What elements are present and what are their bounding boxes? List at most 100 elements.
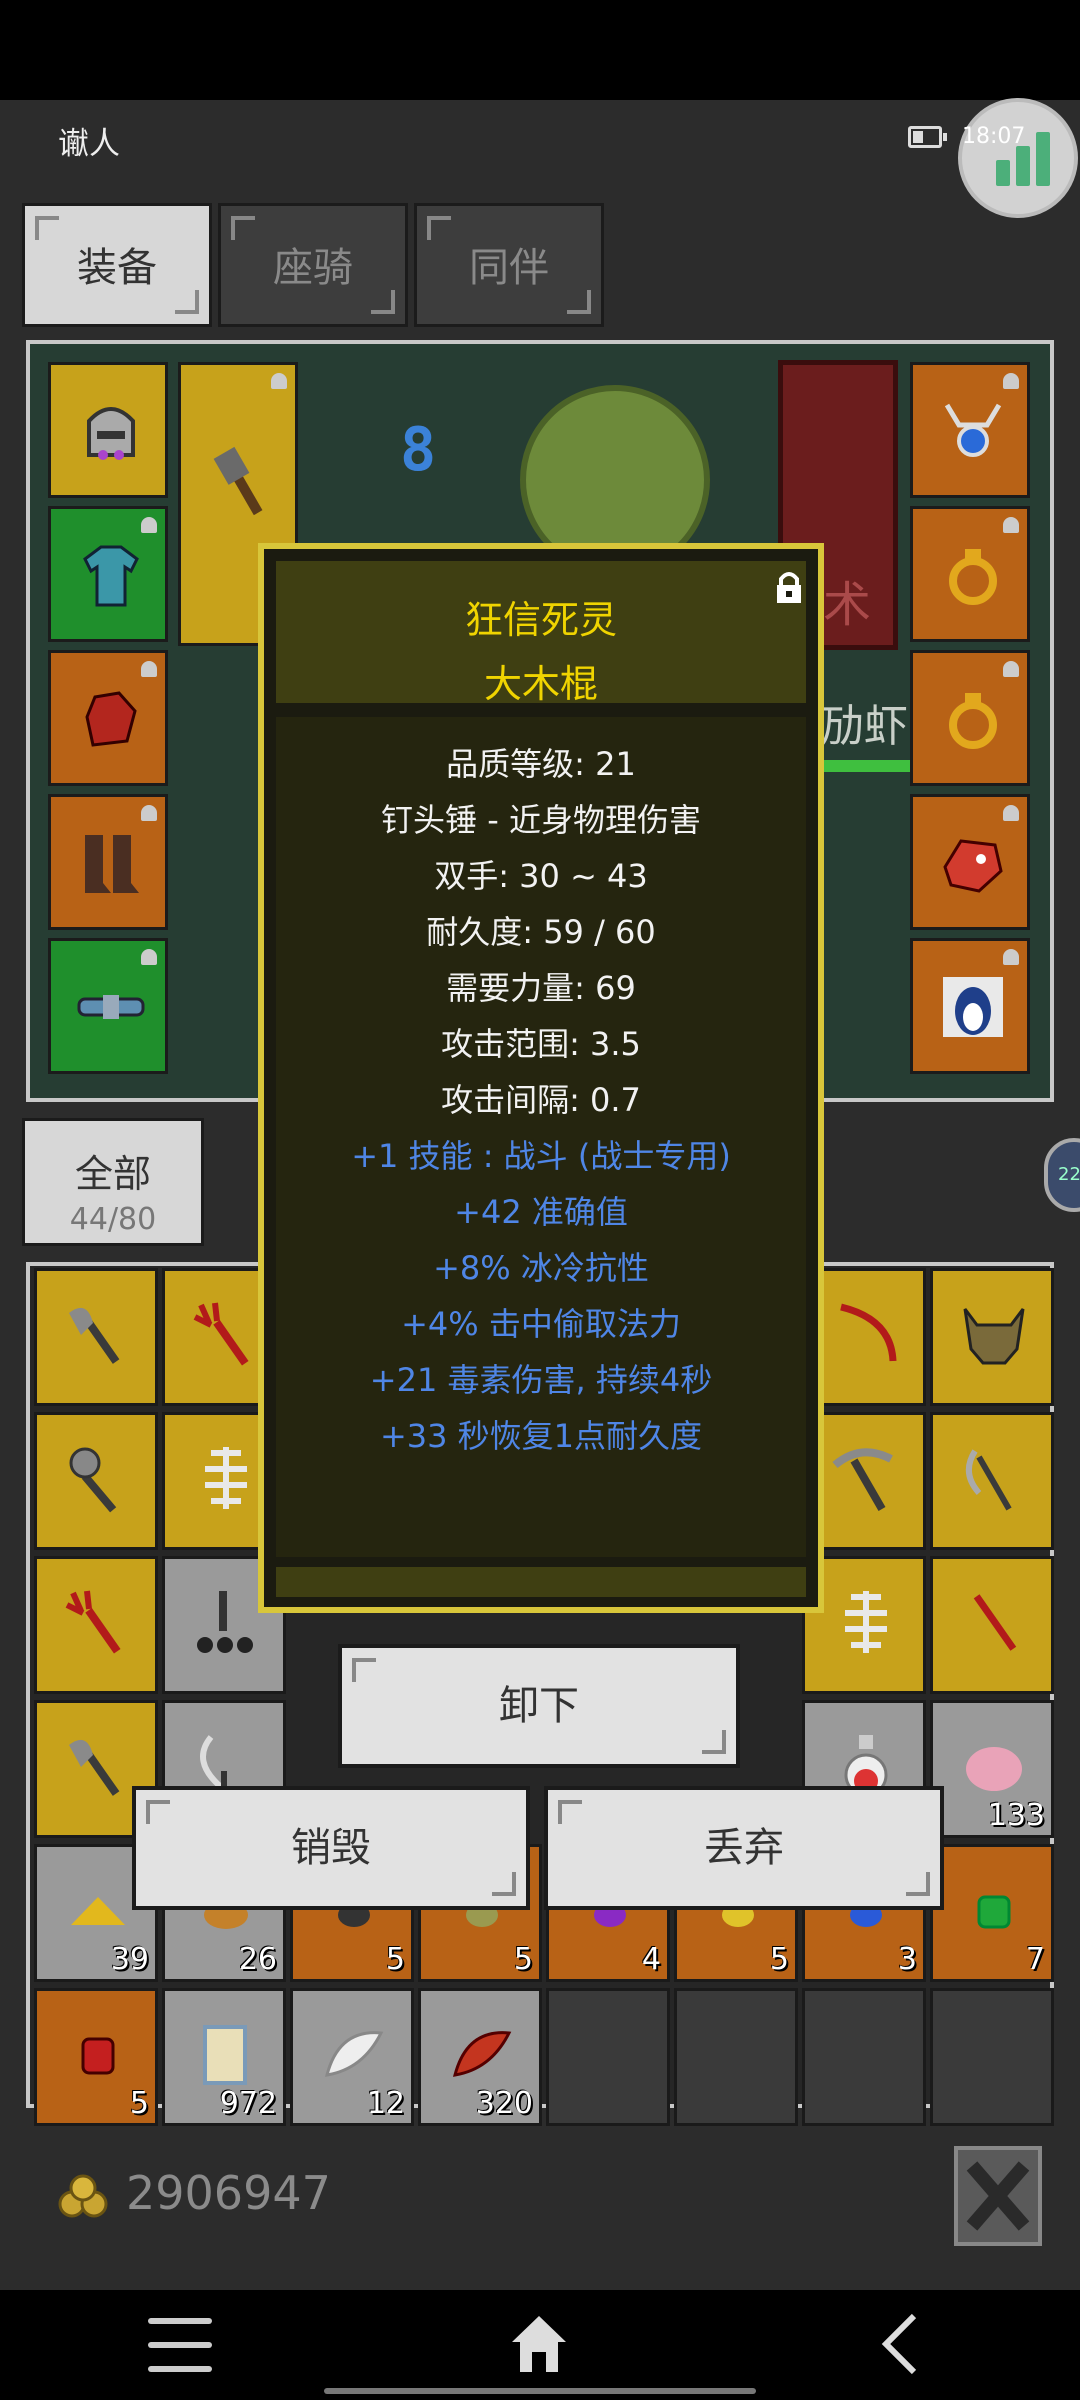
horned-helm-icon — [963, 1308, 1025, 1365]
trident-icon — [193, 1302, 249, 1366]
equip-slot-boots[interactable] — [48, 794, 168, 930]
equip-slot-gloves[interactable] — [48, 650, 168, 786]
creature-health-bar — [822, 760, 912, 772]
skeleton-icon — [205, 1447, 247, 1509]
inventory-slot[interactable] — [34, 1412, 158, 1550]
equip-slot-pet[interactable] — [910, 938, 1030, 1074]
lock-icon — [271, 373, 287, 389]
inventory-slot[interactable]: 7 — [930, 1844, 1054, 1982]
inventory-slot[interactable]: 972 — [162, 1988, 286, 2126]
inventory-slot[interactable]: 5 — [34, 1988, 158, 2126]
gloves-icon — [85, 691, 137, 747]
filter-all-tab[interactable]: 全部 44/80 — [22, 1118, 204, 1246]
equip-slot-helmet[interactable] — [48, 362, 168, 498]
flail-icon — [197, 1591, 253, 1653]
scene-banner-text: 术 — [823, 577, 872, 633]
inventory-slot[interactable] — [930, 1556, 1054, 1694]
item-count: 7 — [1025, 1942, 1045, 1977]
amulet-icon — [944, 403, 1002, 457]
item-count: 5 — [513, 1942, 533, 1977]
scroll-icon — [203, 2025, 247, 2085]
inventory-slot-empty[interactable] — [802, 1988, 926, 2126]
gold-pile-icon — [71, 1897, 125, 1925]
equip-slot-belt[interactable] — [48, 938, 168, 1074]
item-count: 133 — [987, 1798, 1045, 1833]
lock-icon — [1003, 373, 1019, 389]
equip-slot-ring-1[interactable] — [910, 506, 1030, 642]
destroy-button[interactable]: 销毁 — [132, 1786, 530, 1910]
status-title: 谳人 — [58, 126, 120, 162]
skeleton-icon — [845, 1591, 887, 1653]
lock-icon — [141, 517, 157, 533]
item-count: 5 — [769, 1942, 789, 1977]
spear-icon — [973, 1594, 1017, 1651]
affix-durability-regen: +33 秒恢复1点耐久度 — [379, 1417, 703, 1455]
inventory-slot[interactable]: 320 — [418, 1988, 542, 2126]
item-count: 5 — [129, 2086, 149, 2121]
item-count: 26 — [238, 1942, 277, 1977]
belt-icon — [77, 995, 145, 1019]
discard-button[interactable]: 丢弃 — [544, 1786, 944, 1910]
pickaxe-icon — [832, 1448, 893, 1511]
inventory-slot[interactable] — [930, 1268, 1054, 1406]
inventory-slot[interactable]: 12 — [290, 1988, 414, 2126]
feather-icon — [324, 2031, 384, 2077]
inventory-slot[interactable] — [34, 1268, 158, 1406]
lock-icon[interactable] — [774, 569, 804, 605]
stat-attack-interval: 攻击间隔: 0.7 — [441, 1081, 641, 1119]
camera-cutout-bar — [0, 0, 1080, 100]
signal-widget-icon[interactable] — [958, 98, 1078, 218]
home-icon[interactable] — [506, 2310, 572, 2376]
level-number: 8 — [400, 415, 437, 485]
inventory-slot-empty[interactable] — [546, 1988, 670, 2126]
inventory-slot[interactable]: 133 — [930, 1700, 1054, 1838]
boots-icon — [85, 835, 139, 893]
close-button[interactable] — [954, 2146, 1042, 2246]
inventory-slot[interactable] — [930, 1412, 1054, 1550]
scene-creature-name: 劢虾 — [820, 701, 908, 752]
inventory-slot-empty[interactable] — [930, 1988, 1054, 2126]
tab-companion[interactable]: 同伴 — [414, 203, 604, 327]
meat-icon — [966, 1747, 1022, 1791]
equip-slot-ring-2[interactable] — [910, 650, 1030, 786]
dragon-mask-icon — [943, 839, 1003, 893]
stat-quality-level: 品质等级: 21 — [446, 745, 636, 783]
battery-icon — [908, 126, 947, 148]
equip-slot-offhand[interactable] — [910, 794, 1030, 930]
inventory-slot-empty[interactable] — [674, 1988, 798, 2126]
item-prefix-name: 狂信死灵 — [464, 598, 617, 642]
armor-icon — [83, 545, 139, 607]
unequip-button[interactable]: 卸下 — [338, 1644, 740, 1768]
stat-damage: 双手: 30 ~ 43 — [434, 857, 648, 895]
affix-cold-resist: +8% 冰冷抗性 — [433, 1249, 649, 1287]
equip-slot-armor[interactable] — [48, 506, 168, 642]
equip-slot-amulet[interactable] — [910, 362, 1030, 498]
item-count: 3 — [897, 1942, 917, 1977]
back-icon[interactable] — [880, 2312, 920, 2376]
ring-icon — [949, 693, 997, 749]
tab-mount[interactable]: 座骑 — [218, 203, 408, 327]
lock-icon — [141, 805, 157, 821]
stat-weapon-type: 钉头锤 - 近身物理伤害 — [381, 801, 701, 839]
ring-icon — [949, 549, 997, 605]
trident-icon — [65, 1590, 121, 1654]
item-count: 39 — [110, 1942, 149, 1977]
axe-icon — [69, 1307, 120, 1364]
penguin-icon — [943, 977, 1003, 1037]
stat-strength-required: 需要力量: 69 — [446, 969, 636, 1007]
item-name: 大木棍 — [483, 662, 598, 706]
lock-icon — [1003, 661, 1019, 677]
inventory-capacity: 44/80 — [69, 1202, 157, 1237]
tab-equipment[interactable]: 装备 — [22, 203, 212, 327]
affix-poison-damage: +21 毒素伤害, 持续4秒 — [369, 1361, 713, 1399]
lock-icon — [1003, 805, 1019, 821]
club-icon — [213, 446, 263, 516]
emerald-icon — [977, 1895, 1011, 1929]
menu-icon[interactable] — [148, 2318, 212, 2372]
lock-icon — [141, 661, 157, 677]
affix-accuracy: +42 准确值 — [454, 1193, 628, 1231]
helmet-icon — [87, 407, 135, 460]
filter-label: 全部 — [74, 1152, 151, 1196]
inventory-slot[interactable] — [34, 1556, 158, 1694]
gesture-bar[interactable] — [324, 2388, 756, 2394]
